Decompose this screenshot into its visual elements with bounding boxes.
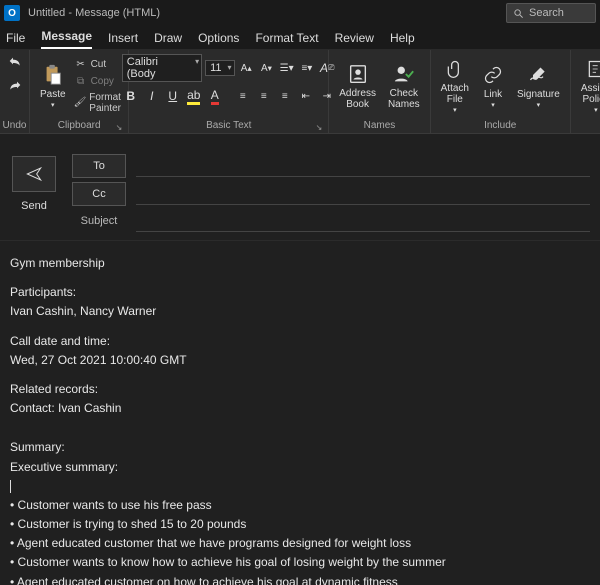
link-button[interactable]: Link ▾ xyxy=(477,61,509,111)
tab-message[interactable]: Message xyxy=(41,29,92,49)
group-basictext-label: Basic Text xyxy=(206,120,251,131)
assign-policy-icon xyxy=(584,57,600,81)
to-input[interactable] xyxy=(136,155,590,177)
underline-button[interactable]: U xyxy=(164,87,182,105)
send-icon xyxy=(25,166,43,182)
cc-input[interactable] xyxy=(136,183,590,205)
shrink-font-button[interactable]: A▾ xyxy=(258,59,275,77)
paste-button[interactable]: Paste ▾ xyxy=(36,61,70,111)
tab-file[interactable]: File xyxy=(6,31,25,49)
bullet-item: • Customer is trying to shed 15 to 20 po… xyxy=(10,516,590,532)
signature-button[interactable]: Signature ▾ xyxy=(513,61,564,111)
undo-button[interactable] xyxy=(6,54,24,72)
text-cursor xyxy=(10,480,11,493)
grow-font-button[interactable]: A▴ xyxy=(238,59,255,77)
title-bar: O Untitled - Message (HTML) Search xyxy=(0,0,600,26)
highlight-button[interactable]: ab xyxy=(185,87,203,105)
search-input[interactable]: Search xyxy=(506,3,596,23)
related-label: Related records: xyxy=(10,381,590,397)
datetime-label: Call date and time: xyxy=(10,333,590,349)
font-name-select[interactable]: Calibri (Body xyxy=(122,54,202,82)
tab-options[interactable]: Options xyxy=(198,31,239,49)
check-names-button[interactable]: Check Names xyxy=(384,60,424,112)
group-names-label: Names xyxy=(335,117,423,133)
group-tags-label: Ta xyxy=(577,117,600,133)
assign-policy-button[interactable]: Assign Policy ▾ xyxy=(577,55,600,116)
compose-header: Send To Cc Subject xyxy=(0,134,600,241)
window-title: Untitled - Message (HTML) xyxy=(28,7,506,19)
clipboard-launcher-icon[interactable]: ↘ xyxy=(116,123,123,132)
basictext-launcher-icon[interactable]: ↘ xyxy=(316,123,323,132)
align-right-button[interactable]: ≡ xyxy=(276,87,294,105)
search-placeholder: Search xyxy=(529,7,564,19)
tab-review[interactable]: Review xyxy=(335,31,374,49)
tab-format-text[interactable]: Format Text xyxy=(255,31,318,49)
link-icon xyxy=(481,63,505,87)
tab-draw[interactable]: Draw xyxy=(154,31,182,49)
group-include-label: Include xyxy=(437,117,564,133)
attach-file-button[interactable]: Attach File ▾ xyxy=(437,55,473,116)
mail-body[interactable]: Gym membership Participants: Ivan Cashin… xyxy=(0,241,600,585)
cut-button[interactable]: ✂Cut xyxy=(74,58,123,72)
exec-label: Executive summary: xyxy=(10,459,590,475)
related: Contact: Ivan Cashin xyxy=(10,400,590,416)
copy-icon: ⧉ xyxy=(74,75,88,89)
group-undo-label: Undo xyxy=(6,117,23,133)
subject-input[interactable] xyxy=(136,210,590,232)
summary-label: Summary: xyxy=(10,439,590,455)
tab-insert[interactable]: Insert xyxy=(108,31,138,49)
bullet-item: • Customer wants to use his free pass xyxy=(10,497,590,513)
address-book-icon xyxy=(346,62,370,86)
align-left-button[interactable]: ≡ xyxy=(234,87,252,105)
italic-button[interactable]: I xyxy=(143,87,161,105)
redo-button[interactable] xyxy=(6,78,24,96)
signature-icon xyxy=(526,63,550,87)
numbering-button[interactable]: ≡▾ xyxy=(298,59,315,77)
copy-button[interactable]: ⧉Copy xyxy=(74,75,123,89)
search-icon xyxy=(513,8,524,19)
format-painter-button[interactable]: 🖌Format Painter xyxy=(74,92,123,114)
paste-icon xyxy=(41,63,65,87)
subject-label: Subject xyxy=(72,215,126,227)
attach-file-icon xyxy=(443,57,467,81)
check-names-icon xyxy=(392,62,416,86)
caret-down-icon: ▾ xyxy=(51,102,55,109)
outdent-button[interactable]: ⇤ xyxy=(297,87,315,105)
font-color-button[interactable]: A xyxy=(206,87,224,105)
datetime: Wed, 27 Oct 2021 10:00:40 GMT xyxy=(10,352,590,368)
bullet-item: • Customer wants to know how to achieve … xyxy=(10,554,590,570)
bullet-item: • Agent educated customer that we have p… xyxy=(10,535,590,551)
participants: Ivan Cashin, Nancy Warner xyxy=(10,303,590,319)
bullets-button[interactable]: ☰▾ xyxy=(278,59,295,77)
address-book-button[interactable]: Address Book xyxy=(335,60,380,112)
menu-tabs: File Message Insert Draw Options Format … xyxy=(0,26,600,50)
to-button[interactable]: To xyxy=(72,154,126,178)
cut-icon: ✂ xyxy=(74,58,88,72)
format-painter-icon: 🖌 xyxy=(74,96,87,110)
font-size-select[interactable]: 11 xyxy=(205,60,234,76)
send-button[interactable] xyxy=(12,156,56,192)
participants-label: Participants: xyxy=(10,284,590,300)
tab-help[interactable]: Help xyxy=(390,31,415,49)
align-center-button[interactable]: ≡ xyxy=(255,87,273,105)
cc-button[interactable]: Cc xyxy=(72,182,126,206)
ribbon: Undo Paste ▾ ✂Cut ⧉Copy 🖌Format Painter … xyxy=(0,50,600,134)
bold-button[interactable]: B xyxy=(122,87,140,105)
group-clipboard-label: Clipboard xyxy=(58,120,101,131)
outlook-icon: O xyxy=(4,5,20,21)
send-label: Send xyxy=(21,200,47,212)
body-subject: Gym membership xyxy=(10,255,590,271)
bullet-item: • Agent educated customer on how to achi… xyxy=(10,574,590,585)
